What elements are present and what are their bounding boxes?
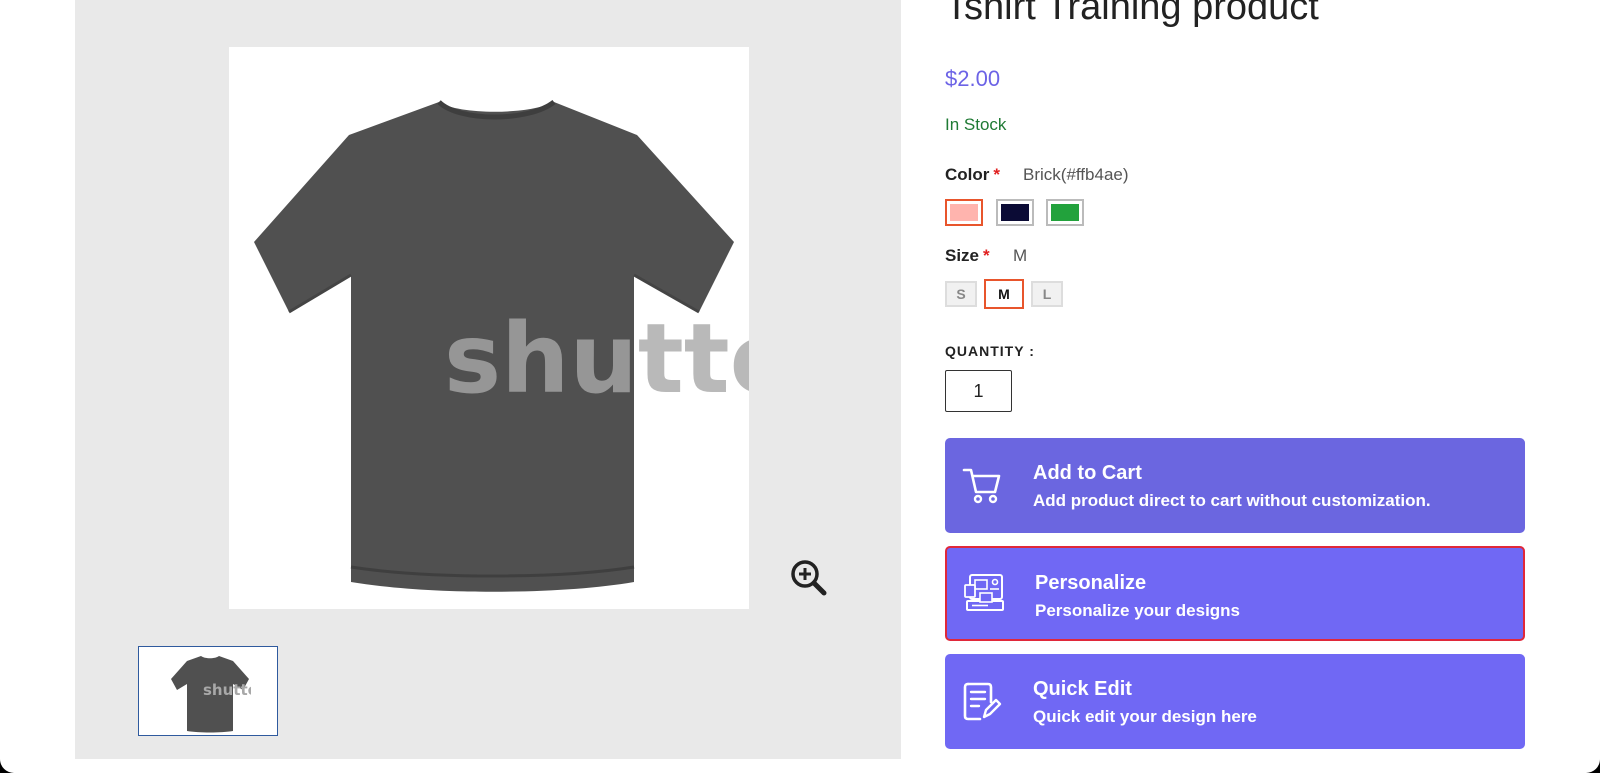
gallery-thumbnail[interactable]: shutter bbox=[138, 646, 278, 736]
product-main-image[interactable]: shutter bbox=[229, 47, 749, 609]
design-layout-icon bbox=[964, 572, 1004, 614]
stock-status: In Stock bbox=[945, 115, 1007, 134]
product-gallery: shutter shutter bbox=[75, 0, 901, 773]
add-to-cart-button[interactable]: Add to Cart Add product direct to cart w… bbox=[945, 438, 1525, 533]
add-to-cart-subtitle: Add product direct to cart without custo… bbox=[1033, 491, 1431, 510]
size-option-l[interactable]: L bbox=[1031, 281, 1063, 307]
size-label-text: Size bbox=[945, 246, 980, 265]
color-selected-value: Brick(#ffb4ae) bbox=[1023, 165, 1129, 184]
quick-edit-button[interactable]: Quick Edit Quick edit your design here bbox=[945, 654, 1525, 749]
thumbnail-watermark: shutter bbox=[203, 681, 251, 699]
product-title: Tshirt Training product bbox=[945, 0, 1319, 28]
personalize-button[interactable]: Personalize Personalize your designs bbox=[945, 546, 1525, 641]
quantity-label: QUANTITY : bbox=[945, 343, 1035, 359]
edit-document-icon bbox=[962, 680, 1002, 722]
personalize-subtitle: Personalize your designs bbox=[1035, 601, 1241, 620]
tshirt-image: shutter bbox=[229, 47, 749, 609]
add-to-cart-title: Add to Cart bbox=[1033, 462, 1142, 484]
color-swatch-navy[interactable] bbox=[996, 199, 1034, 226]
color-label-text: Color bbox=[945, 165, 990, 184]
color-swatch-brick[interactable] bbox=[945, 199, 983, 226]
thumbnail-image: shutter bbox=[169, 647, 266, 735]
size-label: Size * bbox=[945, 246, 990, 266]
required-mark: * bbox=[993, 165, 1001, 184]
size-option-m[interactable]: M bbox=[984, 279, 1024, 309]
required-mark: * bbox=[983, 246, 990, 265]
quick-edit-subtitle: Quick edit your design here bbox=[1033, 707, 1257, 726]
quick-edit-title: Quick Edit bbox=[1033, 678, 1132, 700]
size-option-s[interactable]: S bbox=[945, 281, 977, 307]
color-label: Color * bbox=[945, 165, 1000, 185]
product-price: $2.00 bbox=[945, 66, 1001, 91]
quantity-input[interactable] bbox=[945, 370, 1012, 412]
window-bottom-edge bbox=[0, 759, 1600, 773]
color-swatch-green[interactable] bbox=[1046, 199, 1084, 226]
size-selected-value: M bbox=[1013, 246, 1028, 265]
personalize-title: Personalize bbox=[1035, 572, 1147, 594]
watermark-text: shutter bbox=[444, 303, 749, 415]
cart-icon bbox=[962, 464, 1002, 506]
zoom-in-icon[interactable] bbox=[789, 558, 829, 598]
